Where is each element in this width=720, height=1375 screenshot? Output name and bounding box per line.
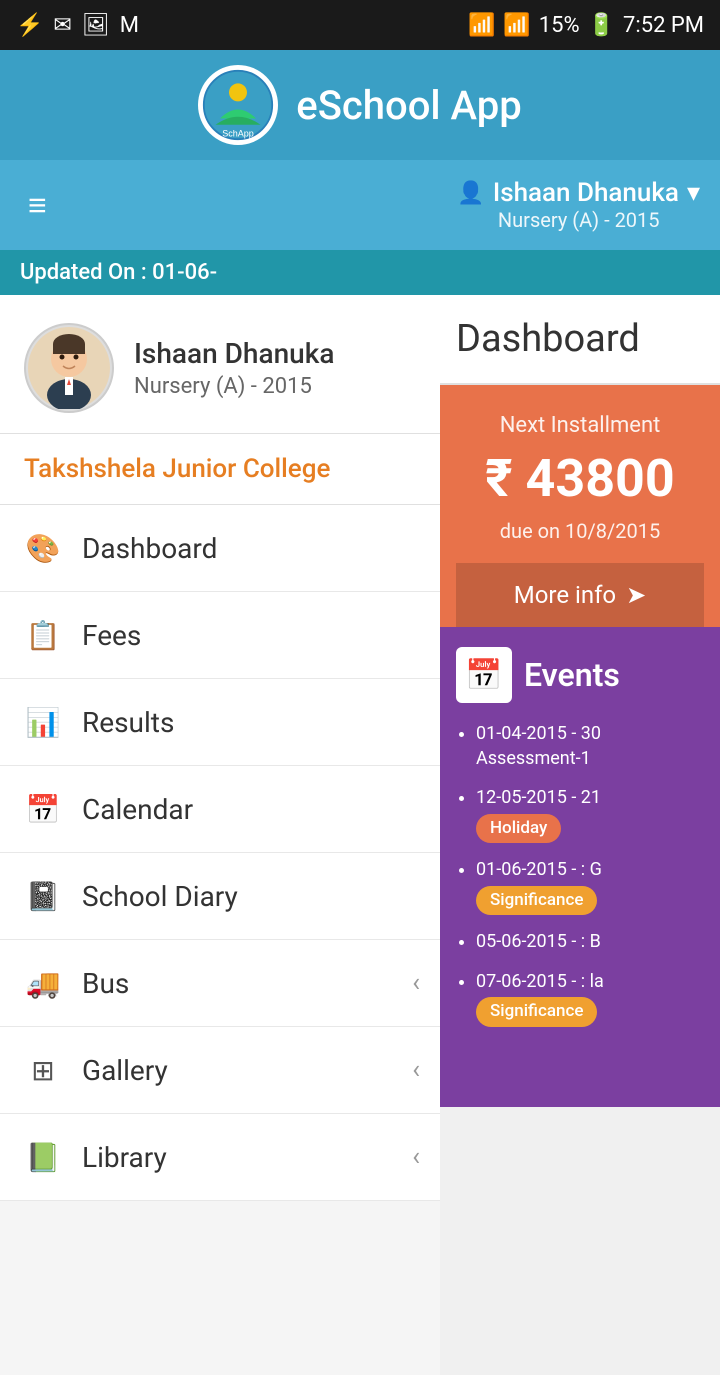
sidebar-item-label: Calendar xyxy=(82,793,193,826)
clock: 7:52 PM xyxy=(623,13,704,38)
profile-text: Ishaan Dhanuka Nursery (A) - 2015 xyxy=(134,337,334,399)
user-info[interactable]: 👤 Ishaan Dhanuka ▾ Nursery (A) - 2015 xyxy=(457,178,700,232)
image-icon: 🖼 xyxy=(82,13,110,38)
app-header: SchApp eSchool App xyxy=(0,50,720,160)
sidebar-item-label: Bus xyxy=(82,967,129,1000)
fee-label: Next Installment xyxy=(456,413,704,438)
arrow-right-icon: ➤ xyxy=(626,581,646,609)
bus-icon: 🚚 xyxy=(24,964,62,1002)
fee-amount: ₹ 43800 xyxy=(456,448,704,509)
significance-badge: Significance xyxy=(476,886,597,916)
calendar-nav-icon: 📅 xyxy=(24,790,62,828)
user-class-display: Nursery (A) - 2015 xyxy=(457,208,700,232)
results-icon: 📊 xyxy=(24,703,62,741)
usb-icon: ⚡ xyxy=(16,13,43,38)
sidebar-item-school-diary[interactable]: 📓 School Diary xyxy=(0,853,440,940)
sidebar-item-label: Dashboard xyxy=(82,532,217,565)
events-header: 📅 Events xyxy=(456,647,704,703)
app-logo: SchApp xyxy=(198,65,278,145)
profile-name: Ishaan Dhanuka xyxy=(134,337,334,370)
update-banner: Updated On : 01-06- xyxy=(0,250,720,295)
avatar xyxy=(24,323,114,413)
status-left-icons: ⚡ ✉ 🖼 M xyxy=(16,13,139,38)
dropdown-icon: ▾ xyxy=(687,178,700,208)
sidebar-item-dashboard[interactable]: 🎨 Dashboard xyxy=(0,505,440,592)
event-item: 01-04-2015 - 30 Assessment-1 xyxy=(476,721,704,771)
main-layout: Ishaan Dhanuka Nursery (A) - 2015 Takshs… xyxy=(0,295,720,1375)
battery-icon: 🔋 xyxy=(588,13,615,38)
dashboard-icon: 🎨 xyxy=(24,529,62,567)
email-icon: ✉ xyxy=(53,13,71,38)
sidebar: Ishaan Dhanuka Nursery (A) - 2015 Takshs… xyxy=(0,295,440,1375)
diary-icon: 📓 xyxy=(24,877,62,915)
user-avatar-icon: 👤 xyxy=(457,181,484,206)
fee-due: due on 10/8/2015 xyxy=(456,519,704,543)
status-bar: ⚡ ✉ 🖼 M 📶 📶 15% 🔋 7:52 PM xyxy=(0,0,720,50)
sidebar-item-label: School Diary xyxy=(82,880,238,913)
holiday-badge: Holiday xyxy=(476,814,561,844)
event-item: 05-06-2015 - : B xyxy=(476,929,704,954)
svg-text:SchApp: SchApp xyxy=(223,129,255,139)
sub-header: ≡ 👤 Ishaan Dhanuka ▾ Nursery (A) - 2015 xyxy=(0,160,720,250)
sidebar-item-results[interactable]: 📊 Results xyxy=(0,679,440,766)
sidebar-item-calendar[interactable]: 📅 Calendar xyxy=(0,766,440,853)
school-name: Takshshela Junior College xyxy=(0,434,440,505)
battery-level: 15% xyxy=(539,13,580,38)
hamburger-menu[interactable]: ≡ xyxy=(20,181,55,229)
significance-badge: Significance xyxy=(476,997,597,1027)
more-info-button[interactable]: More info ➤ xyxy=(456,563,704,627)
event-item: 12-05-2015 - 21 Holiday xyxy=(476,785,704,843)
status-right-info: 📶 📶 15% 🔋 7:52 PM xyxy=(468,13,704,38)
events-card: 📅 Events 01-04-2015 - 30 Assessment-1 12… xyxy=(440,627,720,1107)
event-item: 01-06-2015 - : G Significance xyxy=(476,857,704,915)
dashboard-title: Dashboard xyxy=(440,295,720,385)
sidebar-item-label: Gallery xyxy=(82,1054,168,1087)
sidebar-item-label: Library xyxy=(82,1141,167,1174)
gallery-icon: ⊞ xyxy=(24,1051,62,1089)
signal-icon: 📶 xyxy=(503,13,530,38)
user-name-display: 👤 Ishaan Dhanuka ▾ xyxy=(457,178,700,208)
app-title: eSchool App xyxy=(296,82,521,129)
event-list: 01-04-2015 - 30 Assessment-1 12-05-2015 … xyxy=(456,721,704,1027)
sidebar-item-fees[interactable]: 📋 Fees xyxy=(0,592,440,679)
profile-class: Nursery (A) - 2015 xyxy=(134,374,334,399)
events-title: Events xyxy=(524,656,620,694)
chevron-right-icon: ‹ xyxy=(412,1055,420,1085)
sidebar-item-gallery[interactable]: ⊞ Gallery ‹ xyxy=(0,1027,440,1114)
sidebar-item-bus[interactable]: 🚚 Bus ‹ xyxy=(0,940,440,1027)
gmail-icon: M xyxy=(120,13,139,38)
fee-card: Next Installment ₹ 43800 due on 10/8/201… xyxy=(440,385,720,627)
fees-icon: 📋 xyxy=(24,616,62,654)
event-item: 07-06-2015 - : la Significance xyxy=(476,969,704,1027)
sidebar-item-label: Results xyxy=(82,706,174,739)
calendar-icon: 📅 xyxy=(456,647,512,703)
chevron-right-icon: ‹ xyxy=(412,1142,420,1172)
sidebar-item-library[interactable]: 📗 Library ‹ xyxy=(0,1114,440,1201)
right-panel: Dashboard Next Installment ₹ 43800 due o… xyxy=(440,295,720,1375)
sidebar-item-label: Fees xyxy=(82,619,141,652)
chevron-right-icon: ‹ xyxy=(412,968,420,998)
library-icon: 📗 xyxy=(24,1138,62,1176)
wifi-icon: 📶 xyxy=(468,13,495,38)
profile-section: Ishaan Dhanuka Nursery (A) - 2015 xyxy=(0,295,440,434)
nav-menu: 🎨 Dashboard 📋 Fees 📊 Results 📅 Calendar … xyxy=(0,505,440,1201)
